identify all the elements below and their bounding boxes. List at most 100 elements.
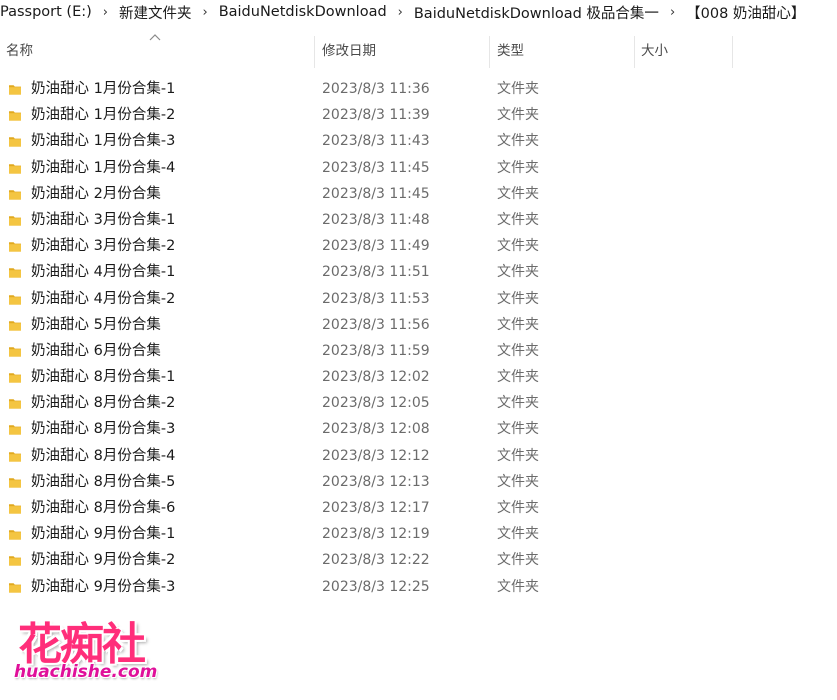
- file-type: 文件夹: [497, 133, 539, 150]
- column-divider[interactable]: [634, 36, 635, 68]
- file-modified-date: 2023/8/3 12:05: [322, 395, 430, 412]
- file-name: 奶油甜心 1月份合集-3: [31, 133, 176, 150]
- file-modified-date: 2023/8/3 12:13: [322, 473, 430, 490]
- file-type: 文件夹: [497, 211, 539, 228]
- file-modified-date: 2023/8/3 11:53: [322, 290, 430, 307]
- breadcrumb: Passport (E:) › 新建文件夹 › BaiduNetdiskDown…: [0, 0, 837, 24]
- file-modified-date: 2023/8/3 12:19: [322, 526, 430, 543]
- file-row[interactable]: 奶油甜心 8月份合集-4 2023/8/3 12:12 文件夹: [0, 443, 837, 469]
- file-row[interactable]: 奶油甜心 5月份合集 2023/8/3 11:56 文件夹: [0, 312, 837, 338]
- breadcrumb-new-folder[interactable]: 新建文件夹: [117, 2, 194, 23]
- folder-icon: [9, 85, 21, 95]
- file-row[interactable]: 奶油甜心 9月份合集-1 2023/8/3 12:19 文件夹: [0, 521, 837, 547]
- column-header-type[interactable]: 类型: [497, 30, 524, 68]
- column-header-size[interactable]: 大小: [641, 30, 668, 68]
- chevron-right-icon[interactable]: ›: [94, 5, 117, 20]
- file-type: 文件夹: [497, 290, 539, 307]
- breadcrumb-current-folder[interactable]: 【008 奶油甜心】: [684, 2, 807, 23]
- file-modified-date: 2023/8/3 11:59: [322, 342, 430, 359]
- file-name: 奶油甜心 2月份合集: [31, 185, 161, 202]
- folder-icon: [9, 347, 21, 357]
- column-divider[interactable]: [489, 36, 490, 68]
- file-row[interactable]: 奶油甜心 1月份合集-1 2023/8/3 11:36 文件夹: [0, 76, 837, 102]
- file-modified-date: 2023/8/3 11:36: [322, 81, 430, 97]
- folder-icon: [9, 163, 21, 174]
- folder-icon: [9, 189, 21, 200]
- file-modified-date: 2023/8/3 11:45: [322, 185, 430, 202]
- file-type: 文件夹: [497, 238, 539, 255]
- file-type: 文件夹: [497, 369, 539, 386]
- chevron-right-icon[interactable]: ›: [389, 5, 412, 20]
- file-type: 文件夹: [497, 264, 539, 281]
- folder-icon: [9, 399, 21, 409]
- file-row[interactable]: 奶油甜心 3月份合集-1 2023/8/3 11:48 文件夹: [0, 207, 837, 233]
- file-row[interactable]: 奶油甜心 1月份合集-4 2023/8/3 11:45 文件夹: [0, 155, 837, 181]
- folder-icon: [9, 425, 21, 436]
- file-name: 奶油甜心 4月份合集-2: [31, 290, 176, 307]
- file-modified-date: 2023/8/3 12:08: [322, 421, 430, 438]
- folder-icon: [9, 373, 21, 383]
- folder-icon: [9, 530, 21, 540]
- file-row[interactable]: 奶油甜心 8月份合集-2 2023/8/3 12:05 文件夹: [0, 390, 837, 416]
- file-row[interactable]: 奶油甜心 6月份合集 2023/8/3 11:59 文件夹: [0, 338, 837, 364]
- file-row[interactable]: 奶油甜心 8月份合集-3 2023/8/3 12:08 文件夹: [0, 416, 837, 442]
- file-type: 文件夹: [497, 159, 539, 176]
- column-divider[interactable]: [314, 36, 315, 68]
- file-row[interactable]: 奶油甜心 1月份合集-2 2023/8/3 11:39 文件夹: [0, 102, 837, 128]
- file-row[interactable]: 奶油甜心 8月份合集-1 2023/8/3 12:02 文件夹: [0, 364, 837, 390]
- file-row[interactable]: 奶油甜心 4月份合集-1 2023/8/3 11:51 文件夹: [0, 259, 837, 285]
- chevron-right-icon[interactable]: ›: [193, 5, 216, 20]
- file-name: 奶油甜心 9月份合集-3: [31, 578, 176, 595]
- file-modified-date: 2023/8/3 12:22: [322, 552, 430, 569]
- file-name: 奶油甜心 1月份合集-4: [31, 159, 176, 176]
- file-row[interactable]: 奶油甜心 8月份合集-5 2023/8/3 12:13 文件夹: [0, 469, 837, 495]
- file-type: 文件夹: [497, 552, 539, 569]
- file-row[interactable]: 奶油甜心 4月份合集-2 2023/8/3 11:53 文件夹: [0, 286, 837, 312]
- file-name: 奶油甜心 8月份合集-2: [31, 395, 176, 412]
- file-row[interactable]: 奶油甜心 8月份合集-6 2023/8/3 12:17 文件夹: [0, 495, 837, 521]
- folder-icon: [9, 478, 21, 488]
- file-type: 文件夹: [497, 421, 539, 438]
- watermark-logo: 花痴社 huachishe.com: [14, 608, 184, 692]
- file-row[interactable]: 奶油甜心 9月份合集-2 2023/8/3 12:22 文件夹: [0, 547, 837, 573]
- folder-icon: [9, 137, 21, 147]
- file-type: 文件夹: [497, 107, 539, 124]
- file-modified-date: 2023/8/3 11:48: [322, 211, 430, 228]
- folder-icon: [9, 268, 21, 278]
- file-row[interactable]: 奶油甜心 1月份合集-3 2023/8/3 11:43 文件夹: [0, 128, 837, 154]
- file-row[interactable]: 奶油甜心 9月份合集-3 2023/8/3 12:25 文件夹: [0, 574, 837, 600]
- file-type: 文件夹: [497, 185, 539, 202]
- column-headers: 名称 修改日期 类型 大小: [0, 30, 837, 68]
- folder-icon: [9, 582, 21, 593]
- file-row[interactable]: 奶油甜心 3月份合集-2 2023/8/3 11:49 文件夹: [0, 233, 837, 259]
- file-row[interactable]: 奶油甜心 2月份合集 2023/8/3 11:45 文件夹: [0, 181, 837, 207]
- file-name: 奶油甜心 8月份合集-1: [31, 369, 176, 386]
- folder-icon: [9, 111, 21, 121]
- file-name: 奶油甜心 9月份合集-2: [31, 552, 176, 569]
- file-modified-date: 2023/8/3 11:43: [322, 133, 430, 150]
- chevron-right-icon[interactable]: ›: [661, 5, 684, 20]
- breadcrumb-drive[interactable]: Passport (E:): [0, 4, 94, 20]
- file-type: 文件夹: [497, 316, 539, 333]
- breadcrumb-baidu-download[interactable]: BaiduNetdiskDownload: [217, 4, 389, 20]
- file-name: 奶油甜心 8月份合集-4: [31, 447, 176, 464]
- file-type: 文件夹: [497, 342, 539, 359]
- folder-icon: [9, 294, 21, 305]
- column-header-date[interactable]: 修改日期: [322, 30, 376, 68]
- file-list: 奶油甜心 1月份合集-1 2023/8/3 11:36 文件夹 奶油甜心 1月份合集-…: [0, 76, 837, 600]
- file-type: 文件夹: [497, 578, 539, 595]
- file-type: 文件夹: [497, 395, 539, 412]
- breadcrumb-collection[interactable]: BaiduNetdiskDownload 极品合集一: [412, 2, 661, 23]
- file-modified-date: 2023/8/3 11:39: [322, 107, 430, 124]
- file-name: 奶油甜心 8月份合集-5: [31, 473, 176, 490]
- folder-icon: [9, 320, 21, 331]
- file-name: 奶油甜心 6月份合集: [31, 342, 161, 359]
- watermark-logo-url: huachishe.com: [14, 662, 158, 682]
- file-name: 奶油甜心 3月份合集-1: [31, 211, 176, 228]
- column-header-name[interactable]: 名称: [6, 30, 33, 68]
- folder-icon: [9, 556, 21, 566]
- column-divider[interactable]: [732, 36, 733, 68]
- file-type: 文件夹: [497, 500, 539, 516]
- file-type: 文件夹: [497, 447, 539, 464]
- file-modified-date: 2023/8/3 12:02: [322, 369, 430, 386]
